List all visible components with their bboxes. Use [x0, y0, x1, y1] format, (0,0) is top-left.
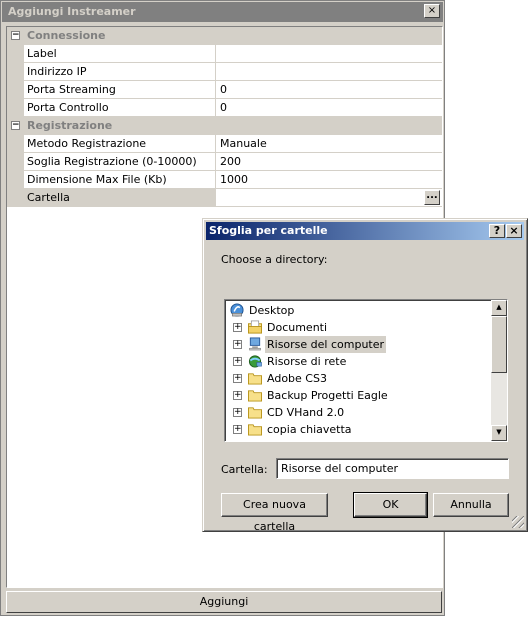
scroll-thumb[interactable] [491, 316, 507, 373]
dialog-title-bar: Sfoglia per cartelle ? × [206, 222, 524, 240]
folder-icon [248, 407, 262, 419]
expand-icon[interactable]: + [233, 340, 242, 349]
property-name: Label [24, 45, 216, 63]
dialog-prompt: Choose a directory: [221, 253, 328, 266]
tree-item-risorse-di-rete[interactable]: + Risorse di rete [225, 353, 491, 370]
property-row-cartella[interactable]: Cartella ... [7, 189, 442, 207]
property-name: Soglia Registrazione (0-10000) [24, 153, 216, 171]
tree-scrollbar[interactable]: ▲ ▼ [491, 300, 507, 441]
property-value-cartella[interactable]: ... [216, 189, 442, 207]
tree-item-label: Risorse di rete [267, 355, 347, 368]
row-margin [7, 171, 24, 189]
property-name: Metodo Registrazione [24, 135, 216, 153]
expand-icon[interactable]: + [233, 374, 242, 383]
tree-item-risorse-del-computer[interactable]: + Risorse del computer [225, 336, 491, 353]
expand-icon[interactable]: + [233, 425, 242, 434]
property-value-ip[interactable] [216, 63, 442, 81]
expand-icon[interactable]: + [233, 408, 242, 417]
row-margin [7, 99, 24, 117]
row-margin [7, 153, 24, 171]
property-value-porta-streaming[interactable]: 0 [216, 81, 442, 99]
scroll-down-icon[interactable]: ▼ [491, 425, 507, 441]
property-row-soglia-registrazione[interactable]: Soglia Registrazione (0-10000) 200 [7, 153, 442, 171]
tree-item-cd-vhand[interactable]: + CD VHand 2.0 [225, 404, 491, 421]
collapse-icon[interactable]: − [11, 31, 20, 40]
tree-item-adobe-cs3[interactable]: + Adobe CS3 [225, 370, 491, 387]
browse-button[interactable]: ... [424, 190, 440, 205]
computer-icon [249, 337, 261, 351]
property-row-indirizzo-ip[interactable]: Indirizzo IP [7, 63, 442, 81]
property-row-dimensione-max-file[interactable]: Dimensione Max File (Kb) 1000 [7, 171, 442, 189]
category-connessione: − Connessione [7, 27, 442, 45]
folder-icon [248, 390, 262, 402]
tree-item-backup-progetti-eagle[interactable]: + Backup Progetti Eagle [225, 387, 491, 404]
cartella-field[interactable]: Risorse del computer [276, 458, 509, 479]
property-row-label[interactable]: Label [7, 45, 442, 63]
category-label: Registrazione [27, 119, 113, 132]
tree-item-label: Documenti [267, 321, 328, 334]
category-registrazione: − Registrazione [7, 117, 442, 135]
aggiungi-button[interactable]: Aggiungi [6, 591, 442, 613]
row-margin [7, 189, 24, 207]
close-icon[interactable]: × [506, 224, 522, 238]
row-margin [7, 135, 24, 153]
property-row-metodo-registrazione[interactable]: Metodo Registrazione Manuale [7, 135, 442, 153]
sfoglia-per-cartelle-dialog: Sfoglia per cartelle ? × Choose a direct… [202, 218, 528, 533]
scroll-up-icon[interactable]: ▲ [491, 300, 507, 316]
window-title: Aggiungi Instreamer [2, 2, 443, 22]
new-folder-button[interactable]: Crea nuova cartella [221, 493, 328, 533]
property-name: Cartella [24, 189, 216, 207]
category-label: Connessione [27, 29, 106, 42]
documents-folder-icon [248, 320, 262, 334]
tree-item-copia-chiavetta[interactable]: + copia chiavetta [225, 421, 491, 438]
cancel-button[interactable]: Annulla [433, 493, 509, 517]
property-value-metodo[interactable]: Manuale [216, 135, 442, 153]
property-value-porta-controllo[interactable]: 0 [216, 99, 442, 117]
folder-icon [248, 373, 262, 385]
property-row-porta-streaming[interactable]: Porta Streaming 0 [7, 81, 442, 99]
tree-item-label: Desktop [249, 304, 295, 317]
resize-grip-icon[interactable] [512, 516, 524, 528]
property-name: Porta Streaming [24, 81, 216, 99]
property-value-dimensione[interactable]: 1000 [216, 171, 442, 189]
tree-item-label: Backup Progetti Eagle [267, 389, 388, 402]
property-value-label[interactable] [216, 45, 442, 63]
expand-icon[interactable]: + [233, 357, 242, 366]
tree-item-label: copia chiavetta [267, 423, 352, 436]
expand-icon[interactable]: + [233, 391, 242, 400]
property-name: Dimensione Max File (Kb) [24, 171, 216, 189]
dialog-title: Sfoglia per cartelle [209, 224, 328, 237]
tree-item-label: Risorse del computer [265, 336, 387, 353]
desktop-icon [230, 303, 244, 317]
help-icon[interactable]: ? [489, 224, 505, 238]
row-margin [7, 45, 24, 63]
ok-button[interactable]: OK [353, 492, 428, 518]
property-row-porta-controllo[interactable]: Porta Controllo 0 [7, 99, 442, 117]
tree-item-documenti[interactable]: + Documenti [225, 319, 491, 336]
row-margin [7, 63, 24, 81]
cartella-label: Cartella: [221, 463, 268, 476]
collapse-icon[interactable]: − [11, 121, 20, 130]
close-icon[interactable]: × [424, 4, 440, 18]
row-margin [7, 81, 24, 99]
network-icon [248, 355, 262, 368]
tree-item-label: Adobe CS3 [267, 372, 327, 385]
property-value-soglia[interactable]: 200 [216, 153, 442, 171]
tree-item-label: CD VHand 2.0 [267, 406, 345, 419]
property-name: Indirizzo IP [24, 63, 216, 81]
expand-icon[interactable]: + [233, 323, 242, 332]
folder-tree[interactable]: Desktop + Documenti + Risorse del comput… [224, 299, 508, 442]
folder-icon [248, 424, 262, 436]
tree-item-desktop[interactable]: Desktop [225, 302, 491, 319]
property-name: Porta Controllo [24, 99, 216, 117]
